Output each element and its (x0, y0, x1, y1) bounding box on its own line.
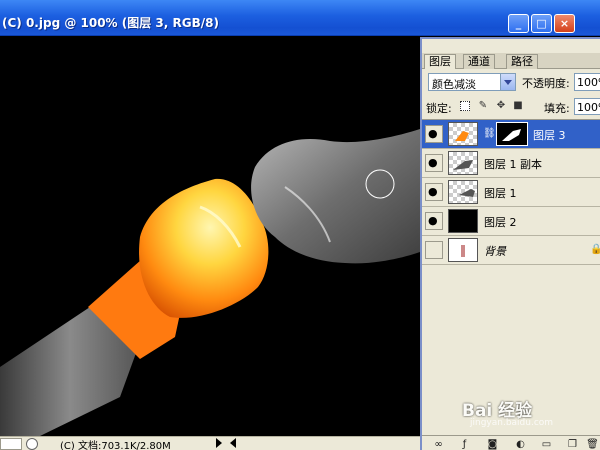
layer-thumbnail (448, 180, 478, 204)
status-menu-arrow-icon[interactable] (216, 438, 222, 448)
add-mask-icon[interactable]: ◙ (486, 438, 499, 450)
grey-fist-shape (251, 129, 420, 264)
chevron-down-icon[interactable] (500, 74, 515, 90)
navigator-icon[interactable] (26, 438, 38, 450)
layer-style-fx-icon[interactable]: ƒ (458, 438, 471, 450)
scroll-left-arrow-icon[interactable] (230, 438, 236, 448)
fire-brush-thumbnail-icon (455, 131, 469, 141)
fill-input[interactable]: 100% (574, 98, 600, 115)
layer-row-3[interactable]: ● ⛓ 图层 3 (422, 120, 600, 149)
layer-mask-thumbnail[interactable] (496, 122, 528, 146)
document-title: (C) 0.jpg @ 100% (图层 3, RGB/8) (2, 16, 219, 30)
lock-all-padlock-icon[interactable]: ■ (513, 101, 523, 111)
lock-row: 锁定: ✎ ✥ ■ 填充: 100% (422, 97, 600, 115)
mask-shape-icon (502, 129, 521, 141)
layer-name: 图层 1 (484, 187, 517, 200)
document-size-readout[interactable]: (C) 文档:703.1K/2.80M (60, 437, 171, 450)
layer-thumbnail (448, 151, 478, 175)
layer-row-1[interactable]: ● 图层 1 (422, 178, 600, 207)
opacity-input[interactable]: 100% (574, 73, 600, 91)
blend-mode-select[interactable]: 颜色减淡 (428, 73, 516, 91)
visibility-toggle[interactable]: ● (425, 125, 443, 143)
link-layers-icon[interactable]: ∞ (432, 438, 445, 450)
layer-name: 图层 1 副本 (484, 158, 542, 171)
new-group-folder-icon[interactable]: ▭ (540, 438, 553, 450)
layer-row-2[interactable]: ● 图层 2 (422, 207, 600, 236)
opacity-label: 不透明度: (522, 77, 570, 90)
zoom-field[interactable] (0, 438, 22, 450)
layer-name: 背景 (484, 245, 506, 258)
fill-label: 填充: (544, 102, 570, 115)
close-button[interactable]: × (554, 14, 575, 33)
visibility-toggle[interactable]: ● (425, 154, 443, 172)
fill-value: 100% (577, 101, 600, 114)
grey-fist-thumbnail-icon (459, 189, 475, 197)
lock-transparency-icon[interactable] (460, 101, 470, 111)
eye-icon: ● (428, 185, 438, 198)
eye-icon: ● (428, 156, 438, 169)
layer-list: ● ⛓ 图层 3 ● 图层 1 副本 ● 图层 1 ● 图层 2 背景 🔒 (422, 119, 600, 411)
fire-fist-shape (139, 178, 269, 318)
trash-icon[interactable]: 🗑 (586, 438, 599, 450)
grey-arm-thumbnail-icon (453, 160, 473, 170)
visibility-toggle[interactable]: ● (425, 212, 443, 230)
maximize-button[interactable]: □ (531, 14, 552, 33)
layer-thumbnail (448, 238, 478, 262)
eye-icon: ● (428, 127, 438, 140)
mask-link-chain-icon[interactable]: ⛓ (483, 128, 496, 140)
tab-paths[interactable]: 路径 (506, 54, 538, 69)
blend-mode-value: 颜色减淡 (432, 78, 476, 91)
layer-name: 图层 3 (533, 129, 566, 142)
layers-panel-footer: ∞ ƒ ◙ ◐ ▭ ❐ 🗑 (422, 435, 600, 450)
tab-channels[interactable]: 通道 (463, 54, 495, 69)
lock-label: 锁定: (426, 102, 452, 115)
layer-thumbnail (448, 122, 478, 146)
lock-pixels-brush-icon[interactable]: ✎ (478, 101, 488, 111)
canvas-artwork (0, 129, 420, 436)
tab-layers[interactable]: 图层 (424, 54, 456, 69)
minimize-button[interactable]: _ (508, 14, 529, 33)
document-titlebar[interactable]: (C) 0.jpg @ 100% (图层 3, RGB/8) _ □ × (0, 0, 600, 36)
layer-name: 图层 2 (484, 216, 517, 229)
background-thumbnail-icon (461, 245, 465, 257)
adjustment-layer-icon[interactable]: ◐ (514, 438, 527, 450)
panel-tab-bar: 图层 通道 路径 (422, 53, 600, 69)
status-bar: (C) 文档:703.1K/2.80M (0, 436, 420, 450)
watermark-url: jingyan.baidu.com (470, 418, 554, 428)
padlock-icon: 🔒 (590, 244, 600, 255)
new-layer-icon[interactable]: ❐ (566, 438, 579, 450)
layer-row-1-copy[interactable]: ● 图层 1 副本 (422, 149, 600, 178)
eye-icon: ● (428, 214, 438, 227)
layers-panel: 图层 通道 路径 颜色减淡 不透明度: 100% 锁定: ✎ ✥ ■ 填充: 1… (420, 37, 600, 450)
opacity-value: 100% (577, 76, 600, 89)
document-canvas[interactable] (0, 37, 420, 436)
layer-thumbnail (448, 209, 478, 233)
lock-position-move-icon[interactable]: ✥ (496, 101, 506, 111)
layer-row-background[interactable]: 背景 🔒 (422, 236, 600, 265)
visibility-toggle[interactable] (425, 241, 443, 259)
visibility-toggle[interactable]: ● (425, 183, 443, 201)
